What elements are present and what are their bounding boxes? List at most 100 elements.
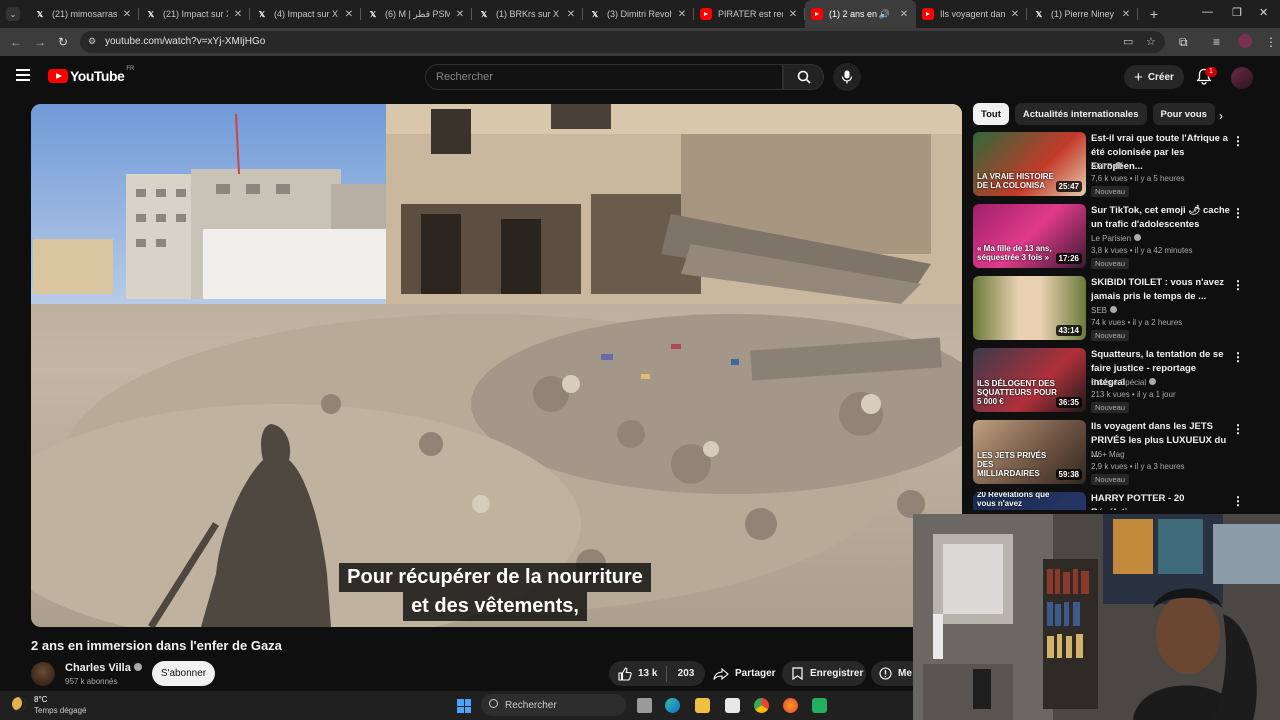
recommended-video-title[interactable]: HARRY POTTER - 20 Révélations que vous n… <box>1091 492 1231 510</box>
close-tab-icon[interactable]: ✕ <box>787 9 799 20</box>
recommended-video[interactable]: « Ma fille de 13 ans, séquestrée 3 fois … <box>973 204 1244 269</box>
close-tab-icon[interactable]: ✕ <box>121 9 133 20</box>
more-options-icon[interactable]: ⋮ <box>1232 494 1243 508</box>
search-button[interactable] <box>783 64 824 90</box>
media-controls-icon[interactable]: ≡ <box>1213 35 1220 49</box>
share-button[interactable]: Partager <box>705 661 777 686</box>
browser-tab[interactable]: 𝕏 (21) Impact sur X ✕ <box>139 0 250 28</box>
video-thumbnail[interactable]: LES JETS PRIVÉS DES MILLIARDAIRES 59:38 <box>973 420 1086 484</box>
close-tab-icon[interactable]: ✕ <box>898 9 910 20</box>
channel-label[interactable]: Le Parisien <box>1091 234 1131 243</box>
browser-tab[interactable]: 𝕏 (3) Dimitri Revolt ✕ <box>583 0 694 28</box>
firefox-icon[interactable] <box>783 698 798 713</box>
video-thumbnail[interactable]: ILS DÉLOGENT DES SQUATTEURS POUR 5 000 €… <box>973 348 1086 412</box>
close-tab-icon[interactable]: ✕ <box>343 9 355 20</box>
bookmark-star-icon[interactable]: ☆ <box>1146 35 1156 48</box>
chevron-right-icon[interactable]: › <box>1219 109 1223 123</box>
video-thumbnail[interactable]: 43:14 <box>973 276 1086 340</box>
more-options-icon[interactable]: ⋮ <box>1232 350 1244 364</box>
channel-label[interactable]: M6+ Mag <box>1091 450 1125 459</box>
more-options-icon[interactable]: ⋮ <box>1232 422 1244 436</box>
forward-icon[interactable]: → <box>34 35 46 49</box>
close-tab-icon[interactable]: ✕ <box>454 9 466 20</box>
speaker-icon[interactable]: 🔊 <box>879 9 890 20</box>
search-input[interactable]: Rechercher <box>436 71 493 83</box>
subscribe-button[interactable]: S'abonner <box>152 661 215 686</box>
recommended-video[interactable]: ILS DÉLOGENT DES SQUATTEURS POUR 5 000 €… <box>973 348 1244 413</box>
file-explorer-icon[interactable] <box>695 698 710 713</box>
minimize-button[interactable]: — <box>1202 6 1213 18</box>
site-info-icon[interactable]: ⚙ <box>88 36 96 47</box>
app-icon[interactable] <box>812 698 827 713</box>
close-window-button[interactable]: ✕ <box>1259 6 1268 19</box>
browser-tab[interactable]: 𝕏 (1) Pierre Niney a ✕ <box>1027 0 1138 28</box>
recommended-video[interactable]: LA VRAIE HISTOIRE DE LA COLONISA 25:47 Est… <box>973 132 1244 197</box>
close-tab-icon[interactable]: ✕ <box>1120 9 1132 20</box>
filter-chip[interactable]: Tout <box>973 103 1009 125</box>
video-player[interactable] <box>31 104 962 627</box>
recommended-video-title[interactable]: SKIBIDI TOILET : vous n'avez jamais pris… <box>1091 276 1231 304</box>
close-tab-icon[interactable]: ✕ <box>676 9 688 20</box>
store-icon[interactable] <box>725 698 740 713</box>
account-avatar[interactable] <box>1231 67 1253 89</box>
more-options-icon[interactable]: ⋮ <box>1232 134 1244 148</box>
recommended-video-title[interactable]: Sur TikTok, cet emoji 🌶 cache un trafic … <box>1091 204 1231 232</box>
comment-count[interactable]: 203 <box>667 668 705 679</box>
create-button[interactable]: + Créer <box>1124 65 1184 89</box>
extensions-icon[interactable]: ⧉ <box>1179 35 1188 50</box>
tab-search-button[interactable]: ⌄ <box>6 7 20 21</box>
menu-icon[interactable] <box>16 69 30 81</box>
cast-icon[interactable]: ▭ <box>1123 35 1133 48</box>
channel-label[interactable]: SEB <box>1091 306 1107 315</box>
maximize-button[interactable]: ❐ <box>1232 6 1242 19</box>
more-actions-button[interactable]: Me <box>871 661 913 686</box>
recommended-video[interactable]: 43:14 SKIBIDI TOILET : vous n'avez jamais… <box>973 276 1244 341</box>
filter-chip[interactable]: Pour vous <box>1152 103 1215 125</box>
browser-tab[interactable]: (1) 2 ans en im🔊 ✕ <box>805 0 916 28</box>
voice-search-button[interactable] <box>833 63 861 91</box>
channel-label[interactable]: Envoyé Spécial <box>1091 378 1146 387</box>
temperature[interactable]: 8°C <box>34 695 47 704</box>
channel-avatar[interactable] <box>31 662 55 686</box>
edge-icon[interactable] <box>665 698 680 713</box>
browser-tab[interactable]: 𝕏 (4) Impact sur X ✕ <box>250 0 361 28</box>
browser-tab[interactable]: PIRATER est redev ✕ <box>694 0 805 28</box>
more-options-icon[interactable]: ⋮ <box>1232 206 1244 220</box>
channel-name-link[interactable]: Charles Villa <box>65 662 142 674</box>
video-thumbnail[interactable]: LA VRAIE HISTOIRE DE LA COLONISA 25:47 <box>973 132 1086 196</box>
weather-description[interactable]: Temps dégagé <box>34 706 86 715</box>
youtube-logo[interactable]: YouTube FR <box>48 66 134 84</box>
windows-start-icon[interactable] <box>457 699 471 713</box>
recommended-video[interactable]: 20 Révélations que vous n'avez HARRY POTT… <box>973 492 1243 510</box>
close-tab-icon[interactable]: ✕ <box>565 9 577 20</box>
chrome-icon[interactable] <box>754 698 769 713</box>
video-thumbnail[interactable]: « Ma fille de 13 ans, séquestrée 3 fois … <box>973 204 1086 268</box>
save-button[interactable]: Enregistrer <box>782 661 866 686</box>
filter-chip[interactable]: Actualités internationales <box>1014 103 1147 125</box>
url-text[interactable]: youtube.com/watch?v=xYj-XMIjHGo <box>105 36 265 47</box>
browser-tab[interactable]: 𝕏 (21) mimosarrasi... ✕ <box>28 0 139 28</box>
browser-tab[interactable]: 𝕏 (6) M | قطر PSMA ✕ <box>361 0 472 28</box>
x-icon: 𝕏 <box>1035 9 1043 19</box>
back-icon[interactable]: ← <box>10 35 22 49</box>
task-view-icon[interactable] <box>637 698 652 713</box>
address-bar[interactable]: ⚙ youtube.com/watch?v=xYj-XMIjHGo ▭ ☆ <box>80 31 1165 53</box>
profile-icon[interactable] <box>1238 34 1252 48</box>
channel-label[interactable]: ARTE <box>1091 162 1112 171</box>
like-button[interactable]: 13 k <box>609 661 666 686</box>
channel-name[interactable]: Charles Villa <box>65 662 131 674</box>
moon-weather-icon[interactable] <box>12 697 26 711</box>
close-tab-icon[interactable]: ✕ <box>232 9 244 20</box>
search-box[interactable]: Rechercher <box>425 64 783 90</box>
browser-menu-icon[interactable]: ⋮ <box>1265 35 1277 49</box>
video-thumbnail[interactable]: 20 Révélations que vous n'avez <box>973 492 1086 510</box>
new-tab-button[interactable]: + <box>1146 6 1162 22</box>
taskbar-search[interactable]: Rechercher <box>481 694 626 716</box>
more-options-icon[interactable]: ⋮ <box>1232 278 1244 292</box>
browser-tab[interactable]: 𝕏 (1) BRKrs sur X : ✕ <box>472 0 583 28</box>
notification-badge: 1 <box>1205 67 1217 77</box>
close-tab-icon[interactable]: ✕ <box>1009 9 1021 20</box>
browser-tab[interactable]: Ils voyagent dans ✕ <box>916 0 1027 28</box>
reload-icon[interactable]: ↻ <box>58 35 68 49</box>
recommended-video[interactable]: LES JETS PRIVÉS DES MILLIARDAIRES 59:38 Il… <box>973 420 1244 485</box>
